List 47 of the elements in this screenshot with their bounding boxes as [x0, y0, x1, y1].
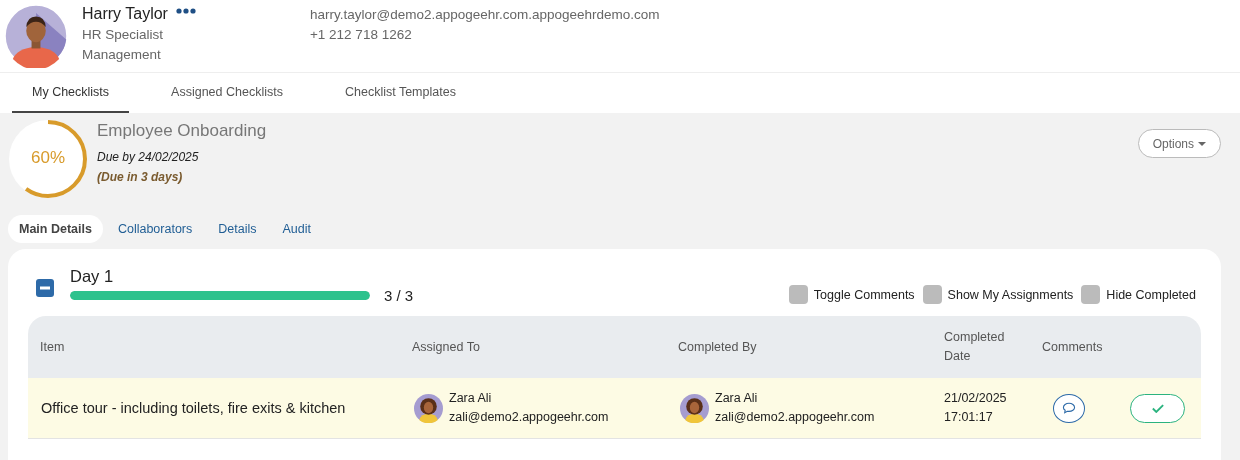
- checkbox[interactable]: [1081, 285, 1101, 304]
- completed-date: 21/02/2025: [944, 390, 1008, 407]
- checkbox[interactable]: [788, 285, 808, 304]
- tab[interactable]: Details: [207, 215, 268, 243]
- tab[interactable]: Collaborators: [106, 215, 204, 243]
- progress-count: 3 / 3: [384, 287, 414, 304]
- comment-button[interactable]: [1052, 393, 1085, 423]
- tab[interactable]: Audit: [271, 215, 322, 243]
- tab[interactable]: Main Details: [8, 215, 103, 243]
- employee-name: Harry Taylor: [82, 4, 168, 24]
- more-icon[interactable]: [175, 8, 196, 14]
- checkbox[interactable]: [922, 285, 942, 304]
- column-header: Completed Date: [943, 329, 1006, 365]
- progress-percent: 60%: [30, 148, 66, 168]
- item-name: Office tour - including toilets, fire exits & kitchen: [40, 400, 347, 416]
- tab[interactable]: Assigned Checklists: [151, 73, 303, 113]
- department: Management: [82, 46, 162, 64]
- checklist-title: Employee Onboarding: [97, 120, 267, 142]
- checkbox-label[interactable]: Hide Completed: [1106, 287, 1196, 302]
- avatar-icon: [4, 4, 68, 68]
- due-date: Due by 24/02/2025: [97, 149, 200, 166]
- column-header: Comments: [1041, 338, 1104, 356]
- user-name: Zara Ali: [449, 390, 493, 407]
- checkmark-icon: [1151, 403, 1164, 413]
- tab[interactable]: My Checklists: [12, 73, 130, 113]
- user-email: zali@demo2.appogeehr.com: [449, 409, 609, 426]
- options-button[interactable]: Options: [1137, 129, 1221, 158]
- column-header: Item: [39, 338, 66, 356]
- complete-button[interactable]: [1130, 393, 1185, 423]
- completed-time: 17:01:17: [944, 409, 994, 426]
- checkbox-label[interactable]: Toggle Comments: [813, 287, 915, 302]
- due-note: (Due in 3 days): [97, 169, 184, 186]
- checkbox-label[interactable]: Show My Assignments: [947, 287, 1074, 302]
- tab[interactable]: Checklist Templates: [324, 73, 476, 113]
- user-email: zali@demo2.appogeehr.com: [715, 409, 875, 426]
- avatar-icon: [414, 393, 443, 423]
- user-name: Zara Ali: [715, 390, 759, 407]
- email-text: harry.taylor@demo2.appogeehr.com.appogeehrdemo.com: [309, 6, 660, 24]
- column-header: Assigned To: [411, 338, 481, 356]
- column-header: Completed By: [677, 338, 758, 356]
- caret-icon: [1198, 141, 1206, 146]
- collapse-icon[interactable]: [36, 278, 54, 297]
- job-title: HR Specialist: [82, 26, 165, 44]
- speech-bubble-icon: [1061, 402, 1076, 414]
- phone-text: +1 212 718 1262: [309, 26, 413, 44]
- section-title: Day 1: [70, 266, 115, 287]
- avatar-icon: [680, 393, 709, 423]
